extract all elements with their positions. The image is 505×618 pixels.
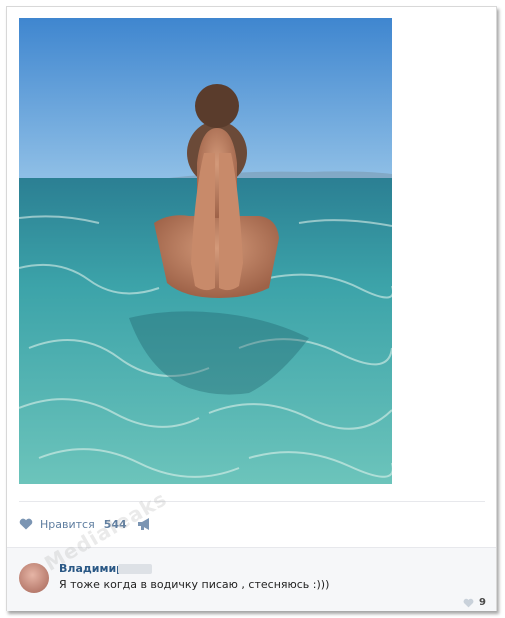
post-card: Нравится 544 Владимир Я тоже когда в вод… bbox=[6, 6, 497, 611]
beach-photo-illustration bbox=[19, 18, 392, 484]
avatar[interactable] bbox=[19, 563, 49, 593]
comment-like-button[interactable]: 9 bbox=[463, 597, 486, 608]
author-surname-blur bbox=[118, 564, 152, 574]
divider bbox=[19, 501, 485, 502]
heart-icon bbox=[463, 598, 474, 607]
comment-text: Я тоже когда в водичку писаю , стесняюсь… bbox=[59, 578, 330, 591]
post-photo[interactable] bbox=[19, 18, 392, 484]
heart-icon bbox=[19, 518, 33, 530]
comment-like-count: 9 bbox=[479, 597, 486, 608]
